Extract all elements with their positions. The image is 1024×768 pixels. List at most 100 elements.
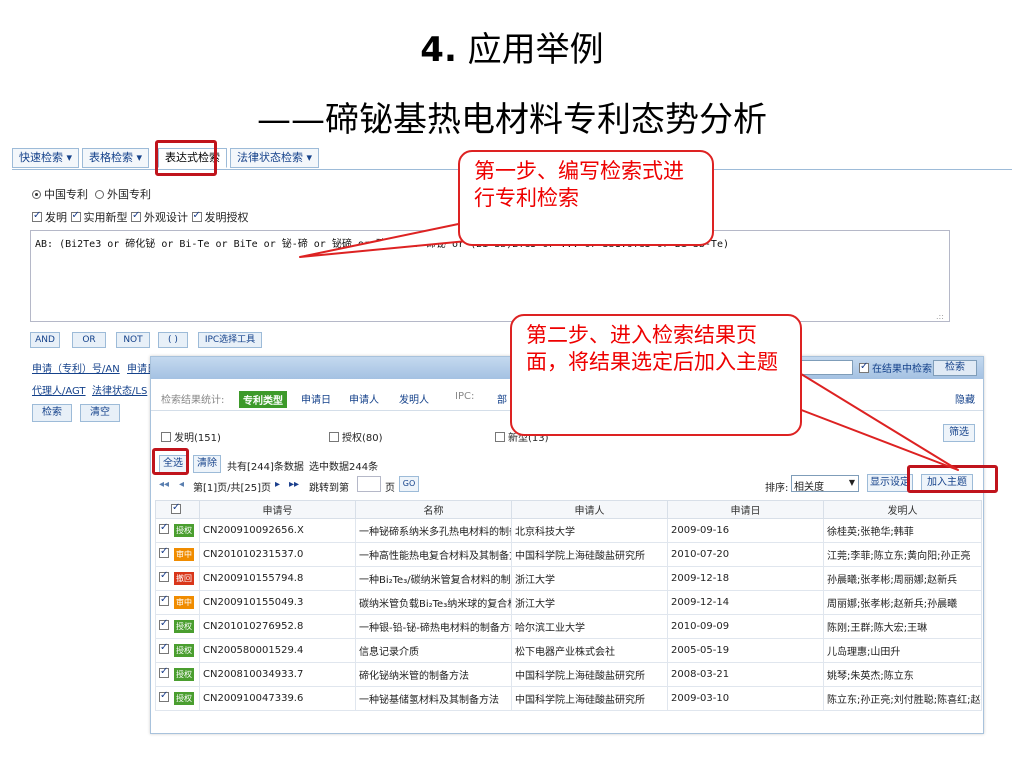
row-select[interactable]: 授权 [155, 518, 200, 543]
sort-select[interactable]: 相关度 ▼ [791, 475, 859, 493]
sort-label: 排序: [765, 483, 789, 494]
cell-number[interactable]: CN201010276952.8 [199, 614, 356, 639]
row-checkbox[interactable] [159, 666, 169, 678]
clear-button[interactable]: 清空 [80, 404, 120, 422]
last-page-icon[interactable]: ▸▸ [289, 479, 299, 490]
filter-button[interactable]: 筛选 [943, 424, 975, 442]
next-page-icon[interactable]: ▸ [275, 479, 280, 490]
in-results-checkbox[interactable] [859, 361, 869, 373]
radio-china[interactable] [32, 190, 41, 199]
column-header[interactable]: 申请号 [199, 500, 356, 519]
cell-name[interactable]: 碳纳米管负载Bi₂Te₃纳米球的复合材料 [355, 590, 512, 615]
cell-number[interactable]: CN200910155049.3 [199, 590, 356, 615]
cell-number[interactable]: CN201010231537.0 [199, 542, 356, 567]
cell-name[interactable]: 一种银-铅-铋-碲热电材料的制备方法 [355, 614, 512, 639]
row-checkbox[interactable] [159, 642, 169, 654]
stat-tab-more[interactable]: 部 [497, 391, 507, 406]
resize-grip-icon[interactable]: .:: [936, 312, 944, 321]
cell-number[interactable]: CN200810034933.7 [199, 662, 356, 687]
type-utility-checkbox[interactable] [70, 210, 81, 222]
filter-granted-checkbox[interactable] [329, 432, 339, 442]
row-select[interactable]: 审中 [155, 542, 200, 567]
column-header[interactable]: 申请日 [667, 500, 824, 519]
field-link-agent[interactable]: 代理人/AGT [32, 382, 86, 397]
total-count: 共有[244]条数据 [227, 462, 304, 473]
cell-number[interactable]: CN200580001529.4 [199, 638, 356, 663]
tab-table-search[interactable]: 表格检索 ▾ [82, 148, 150, 168]
row-checkbox[interactable] [159, 546, 169, 558]
callout-step1: 第一步、编写检索式进行专利检索 [458, 150, 714, 246]
tab-legal-status-search[interactable]: 法律状态检索 ▾ [230, 148, 320, 168]
slide-title: 4. 应用举例 [420, 30, 604, 70]
filter-granted[interactable]: 授权(80) [329, 429, 383, 444]
hide-link[interactable]: 隐藏 [955, 391, 975, 406]
stat-tab-ipc[interactable]: IPC: [455, 391, 474, 402]
cell-name[interactable]: 一种铋碲系纳米多孔热电材料的制备方法 [355, 518, 512, 543]
or-button[interactable]: OR [72, 332, 106, 348]
column-header[interactable]: 名称 [355, 500, 512, 519]
cell-inventors: 陈立东;孙正亮;刘付胜聪;陈喜红;赵德 [823, 686, 982, 711]
table-row[interactable]: 授权 CN200910092656.X一种铋碲系纳米多孔热电材料的制备方法北京科技… [155, 518, 982, 543]
radio-foreign[interactable] [95, 190, 104, 199]
row-select[interactable]: 审中 [155, 590, 200, 615]
cell-name[interactable]: 一种铋基储氢材料及其制备方法 [355, 686, 512, 711]
row-select[interactable]: 授权 [155, 638, 200, 663]
page-unit-label: 页 [385, 483, 395, 494]
table-row[interactable]: 授权 CN201010276952.8一种银-铅-铋-碲热电材料的制备方法哈尔滨工… [155, 614, 982, 639]
filter-invention[interactable]: 发明(151) [161, 429, 221, 444]
clear-selection-button[interactable]: 清除 [193, 455, 221, 473]
row-checkbox[interactable] [159, 522, 169, 534]
row-select[interactable]: 撤回 [155, 566, 200, 591]
stat-tab-inventor[interactable]: 发明人 [399, 391, 429, 406]
stat-tab-application-date[interactable]: 申请日 [301, 391, 331, 406]
row-select[interactable]: 授权 [155, 662, 200, 687]
type-granted-checkbox[interactable] [191, 210, 202, 222]
row-checkbox[interactable] [159, 594, 169, 606]
table-row[interactable]: 审中 CN201010231537.0一种高性能热电复合材料及其制备方法中国科学院… [155, 542, 982, 567]
row-select[interactable]: 授权 [155, 686, 200, 711]
page-number-input[interactable] [357, 476, 381, 492]
table-row[interactable]: 授权 CN200580001529.4信息记录介质松下电器产业株式会社2005-0… [155, 638, 982, 663]
header-select-all[interactable] [155, 500, 200, 519]
cell-name[interactable]: 碲化铋纳米管的制备方法 [355, 662, 512, 687]
row-select[interactable]: 授权 [155, 614, 200, 639]
go-button[interactable]: GO [399, 476, 419, 492]
table-row[interactable]: 撤回 CN200910155794.8一种Bi₂Te₃/碳纳米管复合材料的制备方法… [155, 566, 982, 591]
header-checkbox[interactable] [171, 502, 181, 514]
first-page-icon[interactable]: ◂◂ [159, 479, 169, 490]
prev-page-icon[interactable]: ◂ [179, 479, 184, 490]
cell-number[interactable]: CN200910155794.8 [199, 566, 356, 591]
cell-name[interactable]: 一种高性能热电复合材料及其制备方法 [355, 542, 512, 567]
field-link-application-number[interactable]: 申请（专利）号/AN [32, 360, 120, 375]
parentheses-button[interactable]: ( ) [158, 332, 188, 348]
cell-name[interactable]: 信息记录介质 [355, 638, 512, 663]
cell-number[interactable]: CN200910047339.6 [199, 686, 356, 711]
search-button[interactable]: 检索 [32, 404, 72, 422]
column-header[interactable]: 发明人 [823, 500, 982, 519]
column-header[interactable]: 申请人 [511, 500, 668, 519]
cell-name[interactable]: 一种Bi₂Te₃/碳纳米管复合材料的制备方法 [355, 566, 512, 591]
filter-invention-checkbox[interactable] [161, 432, 171, 442]
highlight-expression-tab [155, 140, 217, 176]
row-checkbox[interactable] [159, 570, 169, 582]
field-link-legal-status[interactable]: 法律状态/LS [92, 382, 147, 397]
ipc-tool-button[interactable]: IPC选择工具 [198, 332, 262, 348]
row-checkbox[interactable] [159, 618, 169, 630]
table-row[interactable]: 审中 CN200910155049.3碳纳米管负载Bi₂Te₃纳米球的复合材料浙江… [155, 590, 982, 615]
results-search-button[interactable]: 检索 [933, 360, 977, 376]
patent-type-options: 发明 实用新型 外观设计 发明授权 [32, 209, 249, 225]
cell-number[interactable]: CN200910092656.X [199, 518, 356, 543]
filter-utility-checkbox[interactable] [495, 432, 505, 442]
table-row[interactable]: 授权 CN200810034933.7碲化铋纳米管的制备方法中国科学院上海硅酸盐研… [155, 662, 982, 687]
and-button[interactable]: AND [30, 332, 60, 348]
row-checkbox[interactable] [159, 690, 169, 702]
type-design-checkbox[interactable] [131, 210, 141, 222]
tab-quick-search[interactable]: 快速检索 ▾ [12, 148, 80, 168]
slide-subtitle: ——碲铋基热电材料专利态势分析 [257, 100, 767, 140]
in-results-option[interactable]: 在结果中检索 [859, 360, 932, 375]
stat-tab-patent-type[interactable]: 专利类型 [239, 391, 287, 408]
type-invention-checkbox[interactable] [32, 210, 42, 222]
stat-tab-applicant[interactable]: 申请人 [349, 391, 379, 406]
not-button[interactable]: NOT [116, 332, 150, 348]
table-row[interactable]: 授权 CN200910047339.6一种铋基储氢材料及其制备方法中国科学院上海硅… [155, 686, 982, 711]
